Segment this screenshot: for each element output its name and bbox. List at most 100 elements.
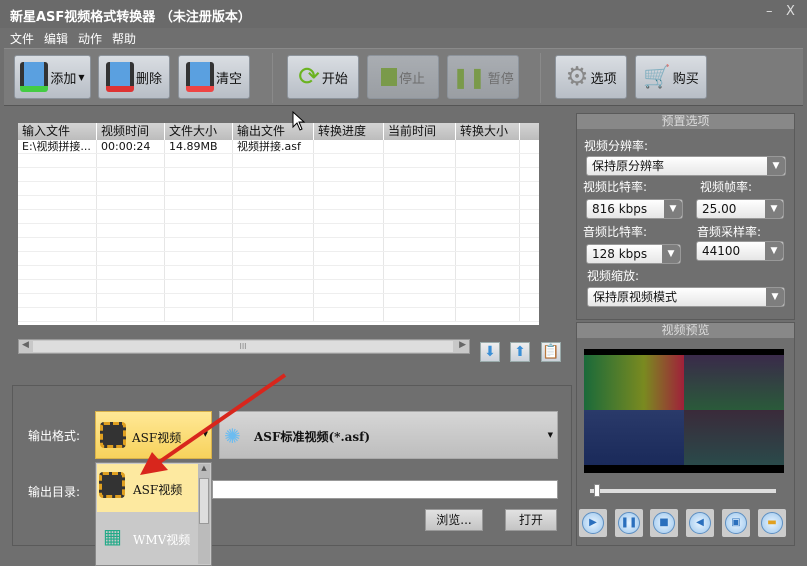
table-cell <box>18 308 97 321</box>
column-header[interactable]: 文件大小 <box>165 123 233 140</box>
table-cell <box>97 280 165 293</box>
start-button[interactable]: ⟳ 开始 <box>287 55 359 99</box>
preset-options-title: 预置选项 <box>577 114 794 129</box>
output-dir-input[interactable] <box>212 480 558 499</box>
table-row[interactable] <box>18 182 539 196</box>
move-up-button[interactable]: ⬆ <box>510 342 530 362</box>
table-row[interactable] <box>18 252 539 266</box>
clipboard-button[interactable]: 📋 <box>541 342 561 362</box>
minimize-button[interactable]: – <box>766 4 773 19</box>
resolution-select[interactable]: 保持原分辨率 ▼ <box>586 156 786 176</box>
menu-help[interactable]: 帮助 <box>112 30 136 47</box>
pause-button[interactable]: ❚❚ 暂停 <box>447 55 519 99</box>
resolution-label: 视频分辨率: <box>584 139 649 153</box>
column-header[interactable]: 当前时间 <box>384 123 456 140</box>
scroll-left-icon[interactable]: ◀ <box>22 340 29 350</box>
options-button[interactable]: ⚙ 选项 <box>555 55 627 99</box>
table-row[interactable] <box>18 168 539 182</box>
open-button[interactable]: 打开 <box>505 509 557 531</box>
delete-button[interactable]: 删除 <box>98 55 170 99</box>
table-row[interactable] <box>18 294 539 308</box>
scroll-thumb[interactable] <box>199 478 209 524</box>
video-preview-title: 视频预览 <box>577 323 794 338</box>
table-cell <box>233 168 314 181</box>
mouse-cursor-icon <box>292 111 306 131</box>
table-cell <box>233 266 314 279</box>
seek-thumb[interactable] <box>593 484 600 497</box>
horizontal-scrollbar[interactable]: ◀ III ▶ <box>18 339 470 354</box>
table-row[interactable]: E:\视频拼接... 00:00:24 14.89MB 视频拼接.asf <box>18 140 539 154</box>
table-cell <box>384 196 456 209</box>
table-row[interactable] <box>18 308 539 322</box>
samplerate-select[interactable]: 44100 ▼ <box>696 241 784 261</box>
table-cell <box>384 238 456 251</box>
buy-label: 购买 <box>672 71 699 87</box>
open-folder-button[interactable]: ▬ <box>758 509 786 537</box>
table-cell <box>384 252 456 265</box>
play-button[interactable]: ▶ <box>579 509 607 537</box>
scroll-thumb[interactable]: III <box>33 341 453 352</box>
stop-preview-button[interactable]: ■ <box>650 509 678 537</box>
table-cell <box>456 154 520 167</box>
table-cell <box>456 266 520 279</box>
table-cell <box>97 224 165 237</box>
table-cell <box>18 238 97 251</box>
clear-button[interactable]: 清空 <box>178 55 250 99</box>
toolbar: 添加 ▼ 删除 清空 ⟳ 开始 停止 ❚❚ 暂停 ⚙ 选项 🛒 购买 <box>4 48 803 106</box>
table-cell <box>233 252 314 265</box>
add-button[interactable]: 添加 ▼ <box>14 55 91 99</box>
column-header[interactable]: 转换大小 <box>456 123 520 140</box>
table-cell <box>233 182 314 195</box>
browse-button[interactable]: 浏览... <box>425 509 483 531</box>
table-cell <box>384 168 456 181</box>
table-row[interactable] <box>18 224 539 238</box>
table-row[interactable] <box>18 266 539 280</box>
table-body: E:\视频拼接... 00:00:24 14.89MB 视频拼接.asf <box>18 140 539 322</box>
table-cell <box>18 210 97 223</box>
scale-select[interactable]: 保持原视频模式 ▼ <box>587 287 785 307</box>
resolution-value: 保持原分辨率 <box>592 159 665 173</box>
dropdown-item-wmv[interactable]: ▦ WMV视频 <box>97 514 200 562</box>
table-cell <box>18 294 97 307</box>
table-cell <box>314 196 384 209</box>
asf-video-icon <box>99 472 125 498</box>
table-cell <box>165 294 233 307</box>
menu-file[interactable]: 文件 <box>10 30 34 47</box>
column-header[interactable]: 转换进度 <box>314 123 384 140</box>
column-header[interactable]: 视频时间 <box>97 123 165 140</box>
video-bitrate-select[interactable]: 816 kbps ▼ <box>586 199 683 219</box>
buy-button[interactable]: 🛒 购买 <box>635 55 707 99</box>
table-row[interactable] <box>18 280 539 294</box>
close-button[interactable]: X <box>786 4 795 19</box>
table-cell <box>314 308 384 321</box>
table-cell <box>97 182 165 195</box>
snapshot-button[interactable]: ▣ <box>722 509 750 537</box>
audio-bitrate-select[interactable]: 128 kbps ▼ <box>586 244 681 264</box>
chevron-down-icon: ▼ <box>664 200 682 218</box>
table-row[interactable] <box>18 154 539 168</box>
film-clear-icon <box>185 62 214 92</box>
scroll-right-icon[interactable]: ▶ <box>459 340 466 350</box>
file-table[interactable]: 输入文件 视频时间 文件大小 输出文件 转换进度 当前时间 转换大小 E:\视频拼接... 0… <box>18 123 539 325</box>
table-cell <box>314 154 384 167</box>
move-down-button[interactable]: ⬇ <box>480 342 500 362</box>
menu-action[interactable]: 动作 <box>78 30 102 47</box>
annotation-arrow-icon <box>140 373 287 475</box>
table-cell <box>456 168 520 181</box>
framerate-select[interactable]: 25.00 ▼ <box>696 199 784 219</box>
table-cell <box>18 154 97 167</box>
table-cell: 00:00:24 <box>97 140 165 153</box>
stop-button[interactable]: 停止 <box>367 55 439 99</box>
table-cell <box>456 308 520 321</box>
table-cell <box>456 238 520 251</box>
preview-seek-slider[interactable] <box>590 484 776 497</box>
table-row[interactable] <box>18 196 539 210</box>
table-cell <box>233 280 314 293</box>
scale-label: 视频缩放: <box>587 269 640 283</box>
column-header[interactable]: 输入文件 <box>18 123 97 140</box>
pause-preview-button[interactable]: ❚❚ <box>615 509 643 537</box>
menu-edit[interactable]: 编辑 <box>44 30 68 47</box>
table-row[interactable] <box>18 210 539 224</box>
volume-button[interactable]: ◀ <box>686 509 714 537</box>
table-row[interactable] <box>18 238 539 252</box>
